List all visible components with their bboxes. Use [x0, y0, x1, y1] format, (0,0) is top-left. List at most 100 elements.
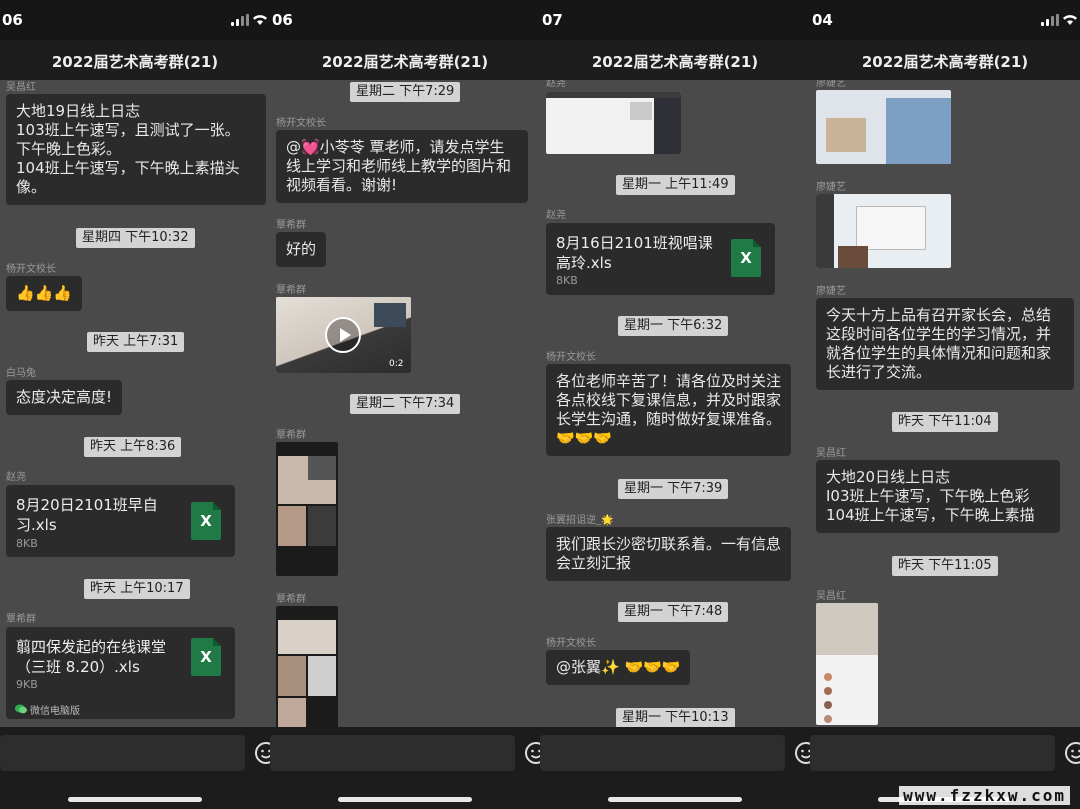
file-name: 8月20日2101班早自习.xls: [16, 496, 158, 534]
excel-file-icon: X: [191, 502, 221, 540]
play-icon[interactable]: [325, 317, 361, 353]
chat-title: 2022届艺术高考群(21): [321, 53, 489, 71]
photo-region: [856, 206, 926, 250]
sender-name: 杨开文校长: [546, 638, 596, 649]
sender-name: 杨开文校长: [276, 118, 326, 129]
message-list[interactable]: 廖婕艺 廖婕艺 廖婕艺 今天十方上品有召开家长会，总结这段时间各位学生的学习情况…: [810, 80, 1080, 727]
timestamp: 星期一 下午7:48: [618, 602, 729, 622]
message-bubble[interactable]: @张翼✨ 🤝🤝🤝: [546, 650, 691, 685]
image-message[interactable]: [276, 442, 338, 576]
message-bubble[interactable]: 我们跟长沙密切联系着。一有信息会立刻汇报: [546, 527, 791, 581]
photo-region: [816, 603, 878, 655]
sender-name: 廖婕艺: [816, 182, 846, 193]
message-bubble[interactable]: 大地20日线上日志 I03班上午速写，下午晚上色彩 104班上午速写，下午晚上素…: [816, 460, 1060, 533]
screen-window: [630, 102, 652, 120]
sender-name: 覃希群: [276, 594, 306, 605]
list-avatar: [824, 715, 832, 723]
sender-name: 廖婕艺: [816, 80, 846, 89]
sender-name: 白马兔: [6, 368, 36, 379]
timestamp: 星期一 下午6:32: [618, 316, 729, 336]
timestamp: 昨天 下午11:04: [892, 412, 998, 432]
file-size: 8KB: [16, 537, 38, 550]
message-bubble[interactable]: 👍👍👍: [6, 276, 83, 311]
chat-title: 2022届艺术高考群(21): [51, 53, 219, 71]
home-indicator: [608, 797, 742, 802]
chat-panel-3: 07 2022届艺术高考群(21) 赵尧 星期一 上午11:49 赵尧 8月16…: [540, 0, 810, 809]
chat-header: 2022届艺术高考群(21): [540, 40, 810, 80]
sender-name: 赵尧: [546, 80, 566, 89]
file-name: 翦四保发起的在线课堂（三班 8.20）.xls: [16, 638, 167, 676]
timestamp: 昨天 下午11:05: [892, 556, 998, 576]
message-list[interactable]: 赵尧 星期一 上午11:49 赵尧 8月16日2101班视唱课高玲.xls 8K…: [540, 80, 810, 727]
sender-name: 廖婕艺: [816, 286, 846, 297]
message-input[interactable]: [810, 735, 1055, 771]
image-message[interactable]: [546, 92, 681, 154]
file-message[interactable]: 8月20日2101班早自习.xls 8KB X: [6, 485, 235, 557]
sender-name: 张翼招诅逆_🌟: [546, 515, 614, 526]
image-message[interactable]: [816, 603, 878, 725]
timestamp: 星期一 下午10:13: [616, 708, 735, 727]
message-list[interactable]: 吴昌红 大地19日线上日志 103班上午速写，且测试了一张。 下午晚上色彩。 1…: [0, 80, 270, 727]
message-bubble[interactable]: @💓小苓苓 覃老师，请发点学生线上学习和老师线上教学的图片和视频看看。谢谢!: [276, 130, 528, 203]
emoji-icon[interactable]: [254, 741, 270, 765]
excel-file-icon: X: [731, 239, 761, 277]
chat-panel-2: 06 2022届艺术高考群(21) 星期二 下午7:29 杨开文校长 @💓小苓苓…: [270, 0, 540, 809]
timestamp: 星期二 下午7:29: [350, 82, 461, 102]
file-message[interactable]: 翦四保发起的在线课堂（三班 8.20）.xls 9KB X 微信电脑版: [6, 627, 235, 719]
photo-region: [826, 118, 866, 152]
home-indicator: [68, 797, 202, 802]
sender-name: 覃希群: [6, 614, 36, 625]
emoji-icon[interactable]: [524, 741, 540, 765]
screen-sidebar: [654, 98, 681, 154]
list-avatar: [824, 673, 832, 681]
home-indicator: [338, 797, 472, 802]
image-message[interactable]: [816, 194, 951, 268]
photo-region: [886, 98, 951, 164]
video-frame: [374, 303, 406, 327]
status-bar: 04: [810, 0, 1080, 40]
sender-name: 杨开文校长: [546, 352, 596, 363]
video-message[interactable]: 0:2: [276, 297, 411, 373]
file-source: 微信电脑版: [30, 706, 80, 717]
emoji-icon[interactable]: [1064, 741, 1080, 765]
image-message[interactable]: [816, 90, 951, 164]
list-avatar: [824, 701, 832, 709]
sender-name: 吴昌红: [816, 448, 846, 459]
status-bar: 06: [270, 0, 540, 40]
message-bubble[interactable]: 今天十方上品有召开家长会，总结这段时间各位学生的学习情况，并就各位学生的具体情况…: [816, 298, 1074, 390]
timestamp: 昨天 上午10:17: [84, 579, 190, 599]
message-list[interactable]: 星期二 下午7:29 杨开文校长 @💓小苓苓 覃老师，请发点学生线上学习和老师线…: [270, 80, 540, 727]
message-input[interactable]: [270, 735, 515, 771]
message-input[interactable]: [0, 735, 245, 771]
video-call-tile: [308, 456, 336, 480]
list-avatar: [824, 687, 832, 695]
status-time: 06: [2, 11, 23, 29]
status-time: 06: [272, 11, 293, 29]
video-call-tile: [278, 656, 306, 696]
file-message[interactable]: 8月16日2101班视唱课高玲.xls 8KB X: [546, 223, 775, 295]
image-message[interactable]: [276, 606, 338, 727]
video-call-tile: [278, 506, 306, 546]
timestamp: 星期一 上午11:49: [616, 175, 735, 195]
file-size: 9KB: [16, 678, 38, 691]
video-call-tile: [308, 656, 336, 696]
chat-title: 2022届艺术高考群(21): [861, 53, 1029, 71]
message-bubble[interactable]: 大地19日线上日志 103班上午速写，且测试了一张。 下午晚上色彩。 104班上…: [6, 94, 266, 205]
video-call-tile: [278, 698, 306, 727]
site-watermark: www.fzzkxw.com: [899, 786, 1070, 805]
status-time: 07: [542, 11, 563, 29]
sender-name: 杨开文校长: [6, 264, 56, 275]
emoji-icon[interactable]: [794, 741, 810, 765]
video-duration: 0:2: [389, 359, 404, 369]
chat-panel-1: 06 2022届艺术高考群(21) 吴昌红 大地19日线上日志 103班上午速写…: [0, 0, 270, 809]
timestamp: 星期二 下午7:34: [350, 394, 461, 414]
message-bubble[interactable]: 态度决定高度!: [6, 380, 123, 415]
message-bubble[interactable]: 好的: [276, 232, 327, 267]
message-input[interactable]: [540, 735, 785, 771]
sender-name: 覃希群: [276, 430, 306, 441]
timestamp: 星期四 下午10:32: [76, 228, 195, 248]
excel-file-icon: X: [191, 638, 221, 676]
timestamp: 昨天 上午8:36: [84, 437, 182, 457]
sender-name: 赵尧: [546, 210, 566, 221]
message-bubble[interactable]: 各位老师辛苦了！请各位及时关注各点校线下复课信息，并及时跟家长学生沟通，随时做好…: [546, 364, 791, 456]
